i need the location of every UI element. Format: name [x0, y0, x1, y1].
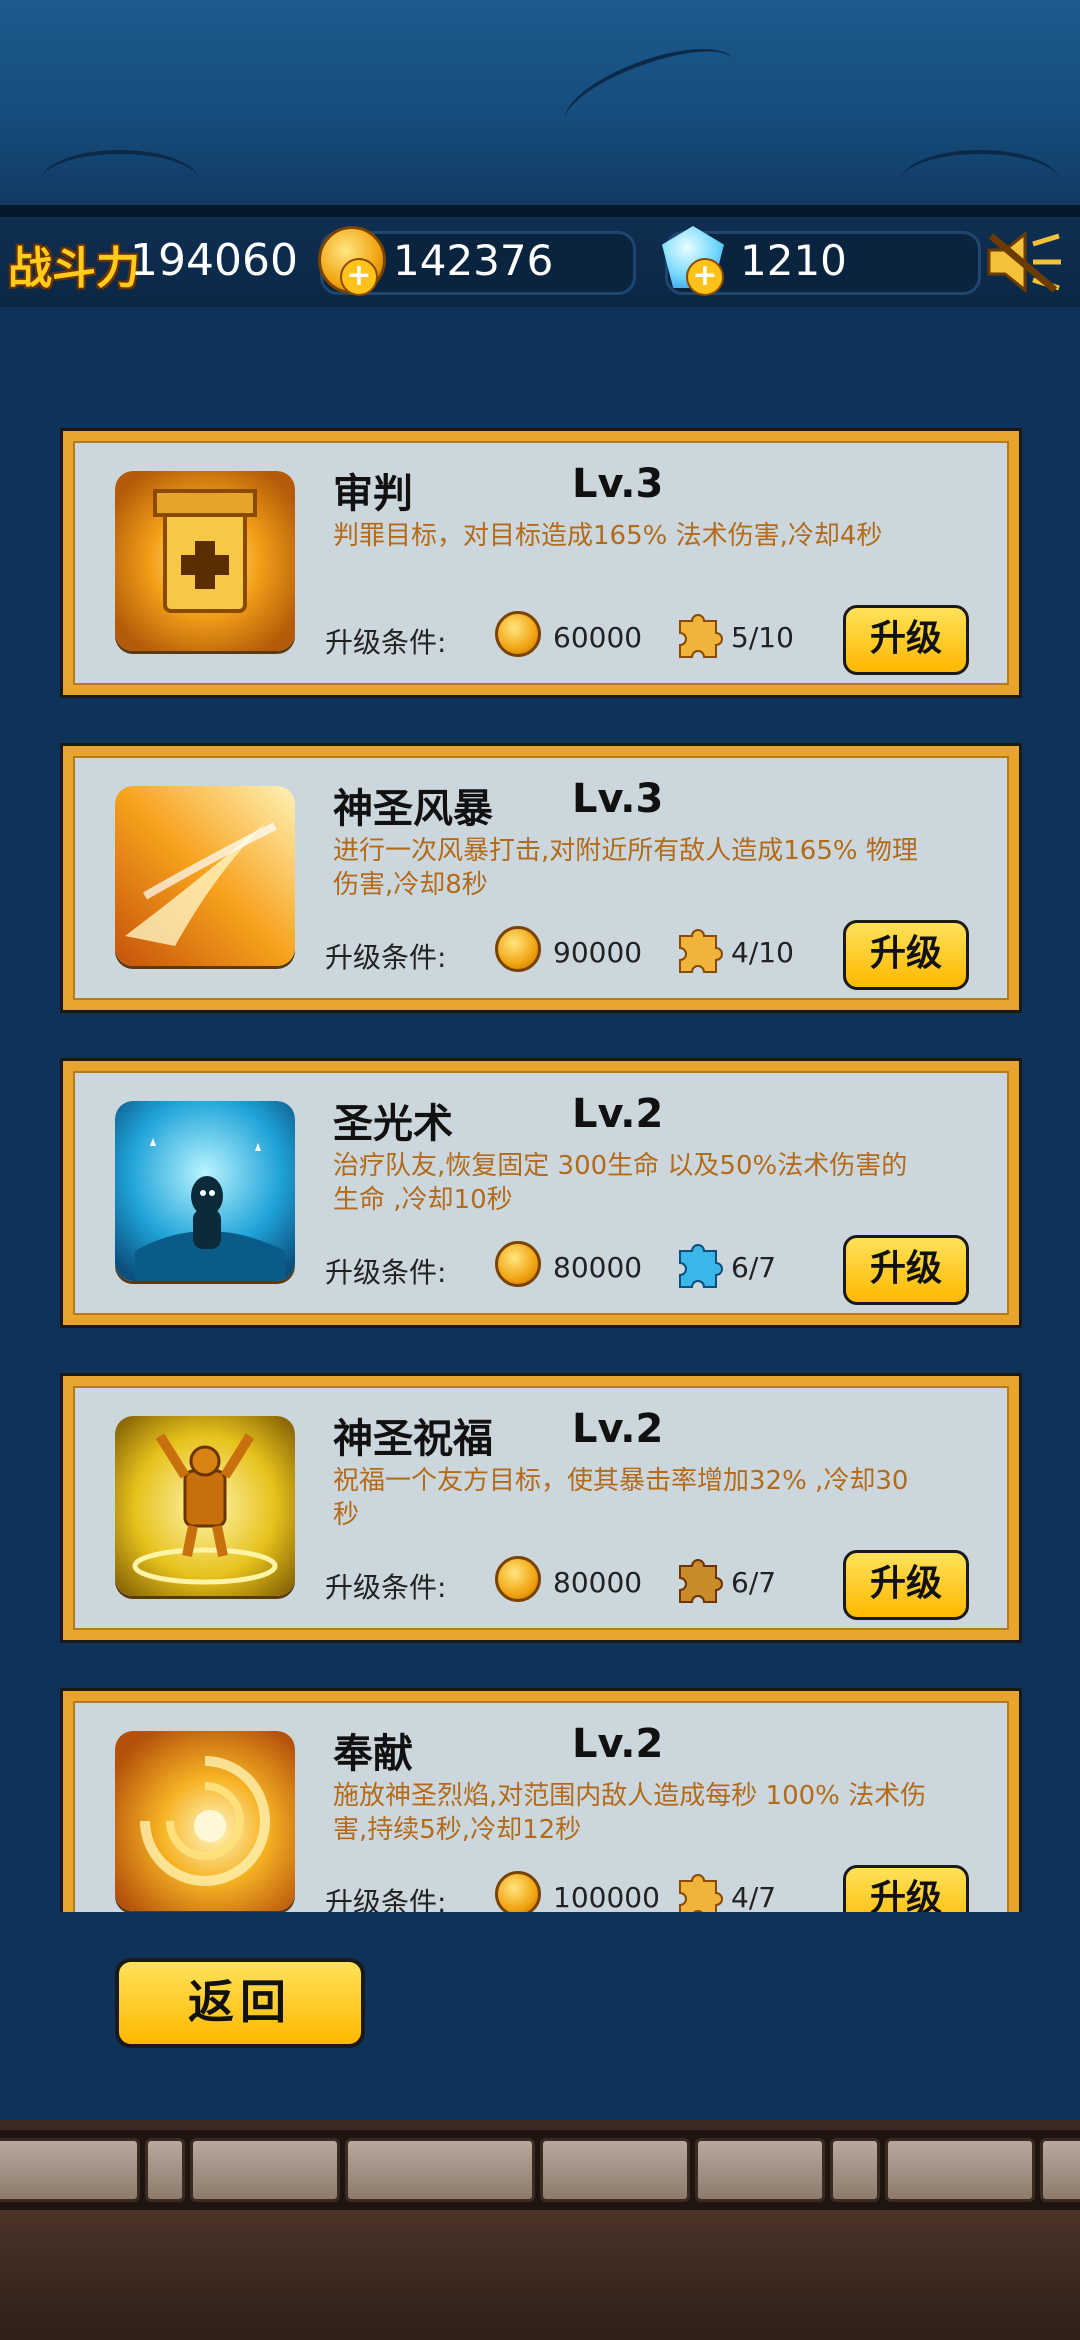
puzzle-fragment-icon [679, 614, 723, 658]
speaker-muted-icon[interactable] [985, 228, 1065, 296]
skill-level: Lv.2 [572, 1406, 664, 1452]
skill-card: 审判 Lv.3 判罪目标，对目标造成165% 法术伤害,冷却4秒 升级条件: 6… [60, 428, 1022, 698]
gem-add-icon[interactable]: + [686, 258, 724, 296]
stone-block [1040, 2138, 1080, 2202]
puzzle-fragment-icon [679, 929, 723, 973]
fragment-count: 6/7 [731, 1251, 777, 1284]
upgrade-button[interactable]: 升级 [843, 1865, 969, 1912]
dirt [0, 2210, 1080, 2340]
power-value: 194060 [130, 235, 298, 286]
upgrade-condition-label: 升级条件: [325, 626, 447, 659]
skill-card: 神圣风暴 Lv.3 进行一次风暴打击,对附近所有敌人造成165% 物理伤害,冷却… [60, 743, 1022, 1013]
gold-plus-icon[interactable]: + [340, 258, 378, 296]
upgrade-button[interactable]: 升级 [843, 1550, 969, 1620]
skill-name: 神圣风暴 [333, 786, 493, 832]
holy-storm-icon [115, 786, 295, 966]
upgrade-cost: 100000 [553, 1881, 660, 1912]
skill-name: 圣光术 [333, 1101, 453, 1147]
skill-description: 进行一次风暴打击,对附近所有敌人造成165% 物理伤害,冷却8秒 [333, 836, 918, 900]
stone-block [145, 2138, 185, 2202]
power-label: 战斗力 [8, 243, 140, 294]
gold-value: 142376 [393, 236, 554, 285]
skill-description: 判罪目标，对目标造成165% 法术伤害,冷却4秒 [333, 521, 883, 551]
skill-description: 治疗队友,恢复固定 300生命 以及50%法术伤害的生命 ,冷却10秒 [333, 1151, 908, 1215]
skill-card: 奉献 Lv.2 施放神圣烈焰,对范围内敌人造成每秒 100% 法术伤害,持续5秒… [60, 1688, 1022, 1912]
coin-icon [495, 611, 541, 657]
gem-value: 1210 [740, 236, 847, 285]
stone-block [695, 2138, 825, 2202]
skill-level: Lv.3 [572, 776, 664, 822]
skill-name: 奉献 [333, 1731, 413, 1777]
holy-light-icon [115, 1101, 295, 1281]
stone-block [885, 2138, 1035, 2202]
stone-block [0, 2138, 140, 2202]
upgrade-condition-label: 升级条件: [325, 941, 447, 974]
upgrade-condition-label: 升级条件: [325, 1256, 447, 1289]
fragment-count: 5/10 [731, 621, 794, 654]
sky-rim [0, 205, 1080, 217]
puzzle-fragment-icon [679, 1874, 723, 1912]
stone-block [540, 2138, 690, 2202]
skill-level: Lv.3 [572, 461, 664, 507]
fragment-count: 6/7 [731, 1566, 777, 1599]
coin-icon [495, 1871, 541, 1912]
upgrade-cost: 90000 [553, 936, 643, 969]
skill-list[interactable]: 审判 Lv.3 判罪目标，对目标造成165% 法术伤害,冷却4秒 升级条件: 6… [0, 420, 1080, 1912]
judgment-icon [115, 471, 295, 651]
skill-card: 圣光术 Lv.2 治疗队友,恢复固定 300生命 以及50%法术伤害的生命 ,冷… [60, 1058, 1022, 1328]
upgrade-cost: 60000 [553, 621, 643, 654]
coin-icon [495, 1556, 541, 1602]
stone-block [345, 2138, 535, 2202]
coin-icon [495, 926, 541, 972]
puzzle-fragment-icon [679, 1244, 723, 1288]
skill-level: Lv.2 [572, 1091, 664, 1137]
stone-block [190, 2138, 340, 2202]
puzzle-fragment-icon [679, 1559, 723, 1603]
upgrade-button[interactable]: 升级 [843, 920, 969, 990]
upgrade-button[interactable]: 升级 [843, 605, 969, 675]
upgrade-condition-label: 升级条件: [325, 1571, 447, 1604]
skill-name: 神圣祝福 [333, 1416, 493, 1462]
skill-level: Lv.2 [572, 1721, 664, 1767]
skill-description: 施放神圣烈焰,对范围内敌人造成每秒 100% 法术伤害,持续5秒,冷却12秒 [333, 1781, 927, 1845]
skill-name: 审判 [333, 471, 413, 517]
upgrade-condition-label: 升级条件: [325, 1886, 447, 1912]
skill-card: 神圣祝福 Lv.2 祝福一个友方目标，使其暴击率增加32% ,冷却30秒 升级条… [60, 1373, 1022, 1643]
coin-icon [495, 1241, 541, 1287]
stone-block [830, 2138, 880, 2202]
consecration-icon [115, 1731, 295, 1911]
fragment-count: 4/10 [731, 936, 794, 969]
back-button[interactable]: 返回 [115, 1958, 365, 2048]
holy-blessing-icon [115, 1416, 295, 1596]
fragment-count: 4/7 [731, 1881, 777, 1912]
upgrade-button[interactable]: 升级 [843, 1235, 969, 1305]
upgrade-cost: 80000 [553, 1566, 643, 1599]
upgrade-cost: 80000 [553, 1251, 643, 1284]
skill-description: 祝福一个友方目标，使其暴击率增加32% ,冷却30秒 [333, 1466, 909, 1530]
